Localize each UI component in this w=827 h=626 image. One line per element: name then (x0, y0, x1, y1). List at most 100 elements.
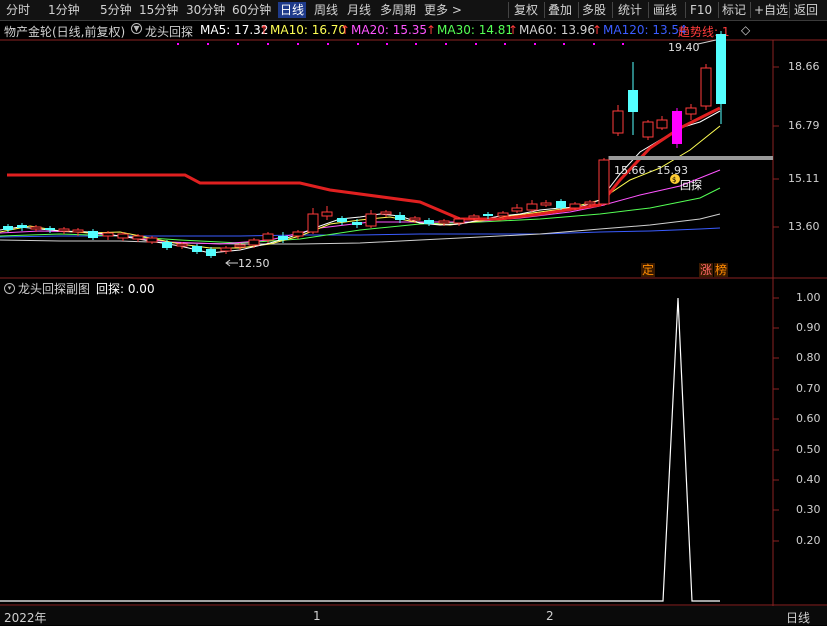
candle-body[interactable] (526, 203, 538, 211)
signal-markers (177, 43, 624, 45)
sub-axis-label: 0.90 (796, 321, 821, 334)
candle-body[interactable] (132, 235, 144, 240)
candle-body[interactable] (117, 233, 129, 239)
candle-body[interactable] (206, 249, 216, 256)
candle-body[interactable] (497, 212, 509, 217)
month-label: 2 (546, 609, 554, 623)
sub-axis-label: 1.00 (796, 291, 821, 304)
candle-body[interactable] (584, 201, 596, 205)
candle-body[interactable] (556, 201, 566, 208)
signal-dot (357, 43, 359, 45)
signal-dot (207, 43, 209, 45)
sub-axis-label: 0.50 (796, 443, 821, 456)
candle-body[interactable] (468, 215, 480, 219)
high-price-label: 19.40 (668, 41, 700, 54)
ding-tag[interactable]: 定 (641, 263, 655, 277)
signal-dot (327, 43, 329, 45)
support-level-bar (609, 156, 773, 160)
range-label: 15.66 - 15.93 (614, 164, 688, 177)
candle-body[interactable] (72, 229, 84, 233)
candle-body[interactable] (438, 220, 450, 224)
candle-body[interactable] (248, 239, 260, 246)
month-label: 1 (313, 609, 321, 623)
candle-body[interactable] (409, 217, 421, 221)
kline-chart[interactable]: $ (0, 0, 827, 606)
dropdown-icon[interactable]: ▾ (4, 283, 15, 294)
signal-dot (297, 43, 299, 45)
candle-body[interactable] (569, 203, 581, 209)
signal-dot (622, 43, 624, 45)
candle-body[interactable] (395, 215, 405, 220)
candles (3, 31, 726, 258)
period-label[interactable]: 日线 (786, 609, 810, 626)
sub-chart-header: ▾ 龙头回探副图 回探: 0.00 (0, 279, 827, 297)
candle-body[interactable] (88, 231, 98, 238)
candle-body[interactable] (220, 247, 232, 252)
candle-body[interactable] (365, 213, 377, 227)
sub-axis-ticks (773, 297, 779, 542)
sub-axis-label: 0.80 (796, 351, 821, 364)
candle-body[interactable] (453, 218, 465, 224)
candle-body[interactable] (511, 207, 523, 212)
signal-dot (445, 43, 447, 45)
candle-body[interactable] (102, 232, 114, 237)
pullback-label: 回探 (680, 179, 702, 192)
candle-body[interactable] (352, 222, 362, 225)
candle-body[interactable] (30, 226, 42, 230)
pullback-signal-line (0, 297, 720, 602)
candle-body[interactable] (292, 231, 304, 237)
price-label: 16.79 (788, 119, 820, 132)
candle-body[interactable] (628, 90, 638, 112)
sub-axis-label: 0.60 (796, 412, 821, 425)
bang-tag[interactable]: 榜 (714, 263, 728, 277)
signal-dot (563, 43, 565, 45)
candle-body[interactable] (337, 218, 347, 222)
candle-body[interactable] (17, 225, 27, 228)
price-label: 18.66 (788, 60, 820, 73)
candle-body[interactable] (58, 228, 70, 232)
candle-body[interactable] (716, 34, 726, 104)
year-label: 2022年 (4, 611, 47, 625)
high-arrow (697, 39, 717, 45)
candle-body[interactable] (146, 237, 158, 243)
sub-axis-label: 0.30 (796, 503, 821, 516)
candle-body[interactable] (162, 242, 172, 248)
signal-dot (475, 43, 477, 45)
pullback-dot-label: $ (672, 176, 676, 184)
sub-axis-label: 0.70 (796, 382, 821, 395)
candle-body[interactable] (642, 121, 654, 138)
candle-body[interactable] (192, 246, 202, 252)
low-price-label: 12.50 (238, 257, 270, 270)
candle-body[interactable] (278, 236, 288, 240)
candle-body[interactable] (234, 244, 246, 248)
signal-dot (504, 43, 506, 45)
candle-body[interactable] (700, 67, 712, 107)
signal-dot (415, 43, 417, 45)
signal-dot (237, 43, 239, 45)
candle-body[interactable] (685, 107, 697, 115)
candle-body[interactable] (321, 211, 333, 217)
signal-dot (267, 43, 269, 45)
candle-body[interactable] (176, 243, 188, 247)
date-axis: 2022年 1 2 日线 (0, 606, 827, 625)
zhang-tag[interactable]: 涨 (699, 263, 713, 277)
candle-body[interactable] (45, 228, 55, 230)
candle-body[interactable] (483, 214, 493, 216)
signal-dot (534, 43, 536, 45)
candle-body[interactable] (656, 119, 668, 129)
candle-body[interactable] (3, 226, 13, 230)
candle-body[interactable] (307, 213, 319, 233)
candle-body[interactable] (424, 220, 434, 224)
sub-axis-label: 0.40 (796, 473, 821, 486)
sub-indicator-name[interactable]: 龙头回探副图 (18, 280, 90, 297)
sub-indicator-value: 回探: 0.00 (96, 282, 155, 296)
candle-body[interactable] (612, 110, 624, 134)
candle-body[interactable] (598, 159, 610, 205)
signal-dot (177, 43, 179, 45)
candle-body[interactable] (540, 202, 552, 206)
candle-body[interactable] (262, 233, 274, 241)
candle-body[interactable] (380, 211, 392, 215)
candle-body[interactable] (672, 111, 682, 144)
sub-axis-label: 0.20 (796, 534, 821, 547)
signal-dot (593, 43, 595, 45)
